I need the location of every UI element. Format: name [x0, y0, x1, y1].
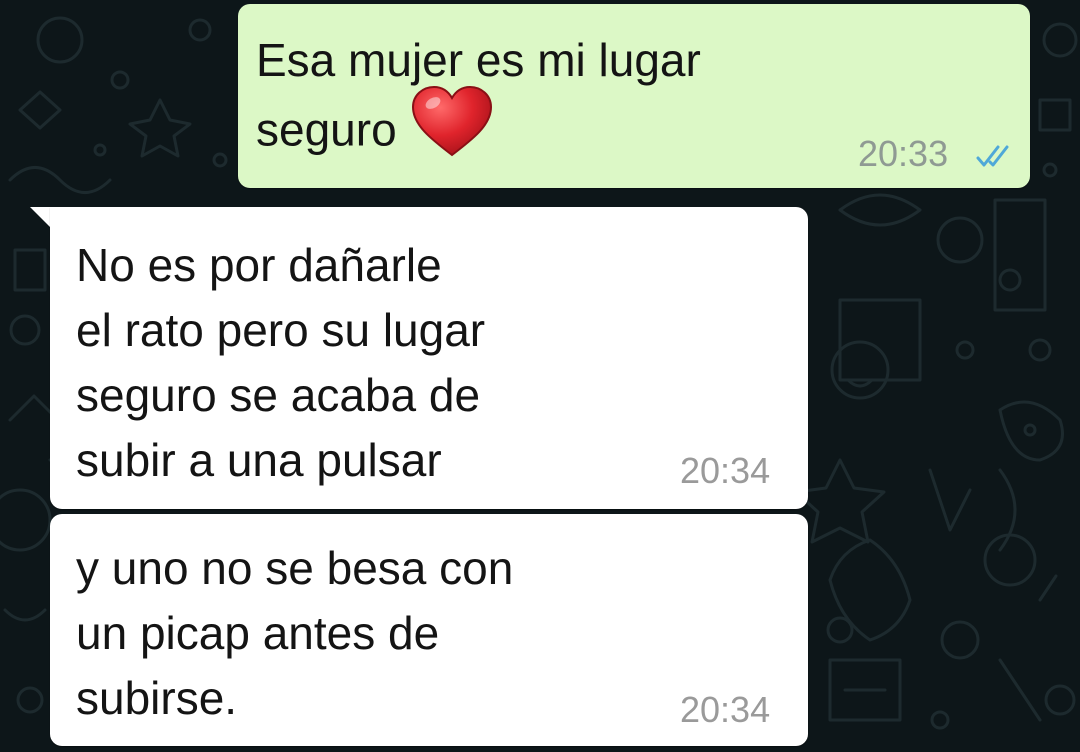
message-timestamp: 20:33 [858, 133, 949, 174]
double-check-read-icon [976, 145, 1009, 167]
heart-emoji-icon [411, 85, 493, 174]
incoming-message-bubble[interactable]: No es por dañarle el rato pero su lugar … [50, 207, 808, 509]
outgoing-message-bubble[interactable]: Esa mujer es mi lugar seguro 20:33 [238, 4, 1030, 188]
message-text: No es por dañarle el rato pero su lugar … [76, 239, 486, 486]
incoming-message-bubble[interactable]: y uno no se besa con un picap antes de s… [50, 514, 808, 746]
message-text: Esa mujer es mi lugar seguro [256, 28, 876, 174]
message-text: y uno no se besa con un picap antes de s… [76, 542, 514, 724]
chat-conversation: Esa mujer es mi lugar seguro 20:33 No es… [0, 0, 1080, 752]
message-timestamp: 20:34 [680, 689, 771, 730]
message-timestamp: 20:34 [680, 450, 771, 491]
